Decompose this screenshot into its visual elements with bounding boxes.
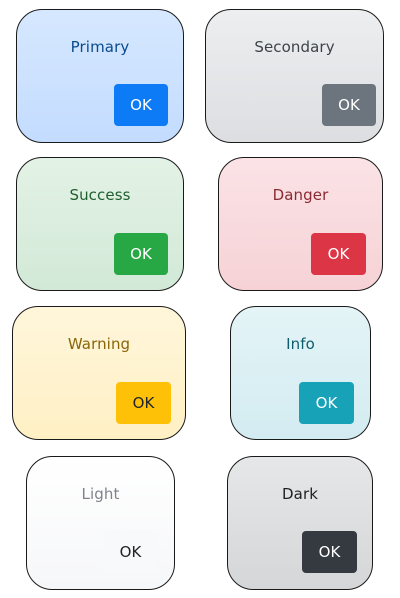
card-title-success: Success xyxy=(69,186,131,204)
card-title-info: Info xyxy=(286,335,315,353)
card-title-warning: Warning xyxy=(67,335,131,353)
card-title-primary: Primary xyxy=(70,38,130,56)
ok-button-danger[interactable]: OK xyxy=(311,233,366,275)
card-secondary: Secondary OK xyxy=(205,9,384,143)
card-info: Info OK xyxy=(230,306,371,440)
card-primary: Primary OK xyxy=(16,9,184,143)
card-title-dark: Dark xyxy=(282,485,318,503)
card-success: Success OK xyxy=(16,157,184,291)
card-title-secondary: Secondary xyxy=(254,38,335,56)
ok-button-info[interactable]: OK xyxy=(299,382,354,424)
card-title-danger: Danger xyxy=(272,186,329,204)
alert-card-grid: Primary OK Secondary OK Success OK Dange… xyxy=(0,0,400,598)
card-danger: Danger OK xyxy=(218,157,383,291)
card-light: Light OK xyxy=(26,456,175,590)
ok-button-secondary[interactable]: OK xyxy=(322,84,376,126)
ok-button-dark[interactable]: OK xyxy=(302,531,357,573)
card-dark: Dark OK xyxy=(227,456,373,590)
ok-button-primary[interactable]: OK xyxy=(114,84,168,126)
ok-button-light[interactable]: OK xyxy=(103,531,158,573)
card-title-light: Light xyxy=(81,485,120,503)
ok-button-success[interactable]: OK xyxy=(114,233,168,275)
card-warning: Warning OK xyxy=(12,306,186,440)
ok-button-warning[interactable]: OK xyxy=(116,382,171,424)
